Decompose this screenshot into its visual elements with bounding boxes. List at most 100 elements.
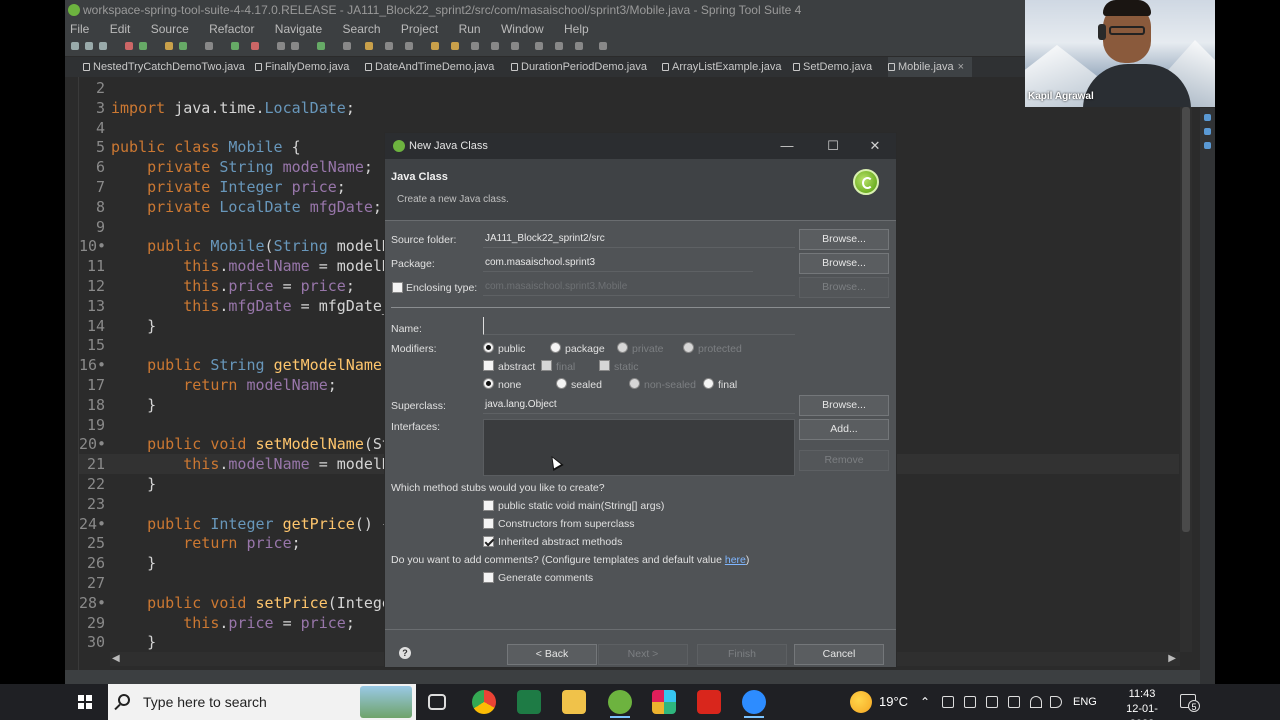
annotation-icon[interactable] — [365, 42, 373, 50]
stop-icon[interactable] — [251, 42, 259, 50]
superclass-browse-button[interactable]: Browse... — [799, 395, 889, 416]
search-toolbar-icon[interactable] — [343, 42, 351, 50]
skip-icon[interactable] — [317, 42, 325, 50]
interfaces-list[interactable] — [483, 419, 795, 476]
next-button[interactable]: Next > — [598, 644, 688, 665]
tab-date-time-demo[interactable]: DateAndTimeDemo.java — [365, 57, 494, 77]
format-icon[interactable] — [405, 42, 413, 50]
configure-templates-link[interactable]: here — [725, 554, 746, 566]
windows-start-icon[interactable] — [78, 695, 92, 709]
menu-run[interactable]: Run — [459, 20, 481, 38]
battery-icon[interactable] — [1008, 696, 1020, 708]
open-perspective-icon[interactable] — [599, 42, 607, 50]
prev-annotation-icon[interactable] — [451, 42, 459, 50]
spring-tool-suite-icon[interactable] — [608, 690, 632, 718]
outline-icon[interactable] — [1204, 114, 1211, 121]
open-type-icon[interactable] — [277, 42, 285, 50]
superclass-field[interactable]: java.lang.Object — [483, 396, 795, 414]
open-task-icon[interactable] — [291, 42, 299, 50]
new-package-icon[interactable] — [165, 42, 173, 50]
build-icon[interactable] — [205, 42, 213, 50]
editor-vertical-scrollbar[interactable] — [1180, 77, 1192, 652]
menu-project[interactable]: Project — [401, 20, 438, 38]
wifi-icon[interactable] — [1030, 696, 1042, 708]
debug-icon[interactable] — [125, 42, 133, 50]
modifier-sealed-radio[interactable] — [556, 378, 567, 389]
screen-icon[interactable] — [986, 696, 998, 708]
modifier-public-radio[interactable] — [483, 342, 494, 353]
menu-search[interactable]: Search — [343, 20, 381, 38]
menu-refactor[interactable]: Refactor — [209, 20, 254, 38]
menu-help[interactable]: Help — [564, 20, 589, 38]
modifier-nonsealed-radio[interactable] — [629, 378, 640, 389]
interfaces-add-button[interactable]: Add... — [799, 419, 889, 440]
maximize-editor-icon[interactable] — [535, 42, 543, 50]
stub-inherited-checkbox[interactable] — [483, 536, 494, 547]
modifier-static-checkbox[interactable] — [599, 360, 610, 371]
name-field[interactable] — [483, 317, 795, 335]
close-tab-icon[interactable]: × — [958, 61, 964, 73]
slack-icon[interactable] — [652, 690, 676, 714]
help-icon[interactable]: ? — [399, 647, 411, 659]
modifier-final2-radio[interactable] — [703, 378, 714, 389]
stub-main-checkbox[interactable] — [483, 500, 494, 511]
tab-mobile[interactable]: Mobile.java × — [888, 57, 972, 77]
finish-button[interactable]: Finish — [697, 644, 787, 665]
taskbar-search-box[interactable]: Type here to search — [108, 684, 416, 720]
code-line[interactable]: 2 — [79, 78, 1179, 98]
language-indicator[interactable]: ENG — [1073, 684, 1097, 720]
source-folder-field[interactable]: JA111_Block22_sprint2/src — [483, 230, 795, 248]
tab-set-demo[interactable]: SetDemo.java — [793, 57, 872, 77]
generate-comments-checkbox[interactable] — [483, 572, 494, 583]
pin-icon[interactable] — [385, 42, 393, 50]
maximize-icon[interactable]: ☐ — [811, 133, 855, 159]
volume-icon[interactable] — [1050, 696, 1062, 708]
modifier-package-radio[interactable] — [550, 342, 561, 353]
new-class-icon[interactable] — [179, 42, 187, 50]
zoom-icon[interactable] — [742, 690, 766, 718]
task-view-icon[interactable] — [428, 694, 446, 710]
new-icon[interactable] — [71, 42, 79, 50]
back-icon[interactable] — [491, 42, 499, 50]
file-explorer-icon[interactable] — [562, 690, 586, 714]
save-all-icon[interactable] — [99, 42, 107, 50]
excel-icon[interactable] — [517, 690, 541, 714]
modifier-private-radio[interactable] — [617, 342, 628, 353]
menu-navigate[interactable]: Navigate — [275, 20, 322, 38]
modifier-abstract-checkbox[interactable] — [483, 360, 494, 371]
next-annotation-icon[interactable] — [431, 42, 439, 50]
last-edit-icon[interactable] — [471, 42, 479, 50]
enclosing-type-field[interactable]: com.masaischool.sprint3.Mobile — [483, 278, 795, 296]
enclosing-type-checkbox[interactable] — [392, 282, 403, 293]
save-icon[interactable] — [85, 42, 93, 50]
package-field[interactable]: com.masaischool.sprint3 — [483, 254, 753, 272]
scrollbar-thumb[interactable] — [1182, 107, 1190, 532]
task-list-icon[interactable] — [1204, 128, 1211, 135]
tab-nested-try-catch[interactable]: NestedTryCatchDemoTwo.java — [83, 57, 245, 77]
arrow-right-icon[interactable] — [575, 42, 583, 50]
boot-dashboard-icon[interactable] — [1204, 142, 1211, 149]
modifier-none-radio[interactable] — [483, 378, 494, 389]
menu-window[interactable]: Window — [501, 20, 544, 38]
modifier-protected-radio[interactable] — [683, 342, 694, 353]
pen-icon[interactable] — [964, 696, 976, 708]
menu-source[interactable]: Source — [151, 20, 189, 38]
tab-finally-demo[interactable]: FinallyDemo.java — [255, 57, 349, 77]
scroll-left-icon[interactable]: ◀ — [112, 653, 120, 664]
enclosing-type-browse-button[interactable]: Browse... — [799, 277, 889, 298]
run-last-icon[interactable] — [231, 42, 239, 50]
tab-duration-period-demo[interactable]: DurationPeriodDemo.java — [511, 57, 647, 77]
package-browse-button[interactable]: Browse... — [799, 253, 889, 274]
weather-temperature[interactable]: 19°C — [879, 684, 908, 720]
close-icon[interactable]: ✕ — [853, 133, 897, 159]
stub-constructors-checkbox[interactable] — [483, 518, 494, 529]
code-line[interactable]: 3 import java.time.LocalDate; — [79, 98, 1179, 118]
menu-edit[interactable]: Edit — [110, 20, 131, 38]
tab-arraylist-example[interactable]: ArrayListExample.java — [662, 57, 781, 77]
run-icon[interactable] — [139, 42, 147, 50]
minimize-icon[interactable]: — — [765, 133, 809, 159]
source-folder-browse-button[interactable]: Browse... — [799, 229, 889, 250]
chrome-icon[interactable] — [472, 690, 496, 714]
weather-icon[interactable] — [850, 691, 872, 713]
scroll-right-icon[interactable]: ▶ — [1168, 653, 1176, 664]
